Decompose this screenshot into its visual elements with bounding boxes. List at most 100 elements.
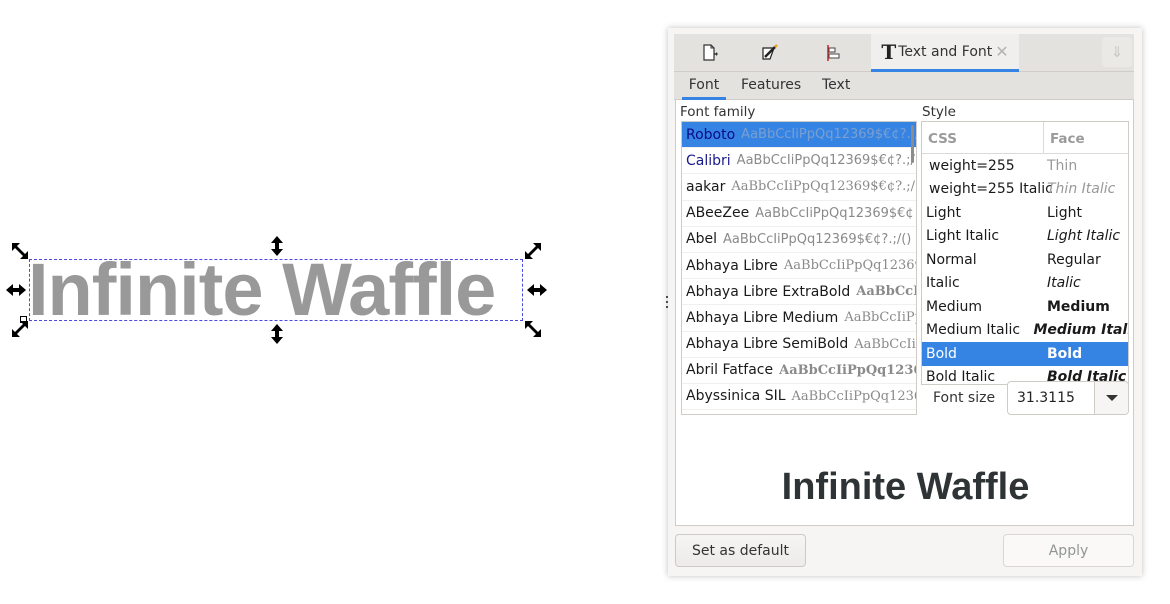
style-face-value: Medium (1047, 298, 1110, 315)
style-css-value: weight=255 (929, 157, 1015, 174)
subtab-font[interactable]: Font (682, 72, 726, 100)
font-family-sample: AaBbCcIiPpQq12369$€¢ (755, 205, 914, 221)
style-css-value: Medium (926, 298, 982, 315)
scale-handle-top-left-icon[interactable] (9, 240, 31, 262)
scale-handle-right-icon[interactable] (526, 279, 548, 301)
style-face-value: Regular (1047, 251, 1101, 268)
drawing-canvas[interactable]: Infinite Waffle (0, 0, 655, 604)
subtab-features[interactable]: Features (741, 72, 801, 100)
style-row[interactable]: Medium Italic Medium Italic (922, 319, 1128, 343)
font-family-list[interactable]: Roboto AaBbCcIiPpQq12369$€¢?.;/() Calibri A… (681, 121, 917, 415)
font-size-input[interactable] (1008, 382, 1094, 414)
style-face-value: Light Italic (1047, 228, 1121, 245)
text-font-icon: T (881, 39, 897, 64)
scale-handle-bottom-left-icon[interactable] (9, 318, 31, 340)
tab-text-and-font[interactable]: T Text and Font ✕ (871, 34, 1019, 72)
scale-handle-left-icon[interactable] (5, 279, 27, 301)
style-css-value: Bold (926, 345, 957, 362)
close-tab-icon[interactable]: ✕ (995, 42, 1008, 61)
font-family-item[interactable]: aakar AaBbCcIiPpQq12369$€¢?.;/() (682, 174, 916, 201)
column-header-face[interactable]: Face (1044, 122, 1085, 153)
chevron-down-icon (1105, 395, 1118, 401)
style-row[interactable]: Normal Regular (922, 248, 1128, 272)
font-family-sample: AaBbCcIiPpQq12369 (779, 362, 916, 378)
font-family-sample: AaBbCcIiPpQq12369$€¢?.;/() (731, 179, 916, 195)
font-family-item[interactable]: Roboto AaBbCcIiPpQq12369$€¢?.;/() (682, 122, 916, 149)
font-family-sample: AaBbCcIiPpQq12369$€ (783, 258, 916, 274)
font-size-combo[interactable] (1007, 381, 1129, 415)
font-family-sample: AaBbCcIiPpQq12369$€¢?.;/() (722, 231, 912, 247)
font-family-name: Abhaya Libre Medium (686, 309, 839, 326)
style-css-value: Light (926, 204, 961, 221)
font-family-name: aakar (686, 178, 726, 195)
fill-stroke-icon (762, 44, 778, 60)
font-family-item[interactable]: Abhaya Libre AaBbCcIiPpQq12369$€ (682, 253, 916, 280)
style-row[interactable]: weight=255 Thin (922, 154, 1128, 178)
font-family-name: Roboto (686, 126, 736, 143)
font-family-name: Abyssinica SIL (686, 388, 786, 405)
style-list-header: CSS Face (922, 122, 1128, 154)
style-css-value: weight=255 Italic (929, 181, 1053, 198)
dialog-subtabs: Font Features Text (674, 72, 1134, 100)
apply-button[interactable]: Apply (1003, 534, 1134, 567)
subtab-text[interactable]: Text (822, 72, 850, 100)
font-family-sample: AaBbCcIiPp (856, 284, 916, 300)
font-family-item[interactable]: Abhaya Libre ExtraBold AaBbCcIiPp (682, 279, 916, 306)
set-as-default-button[interactable]: Set as default (675, 534, 806, 567)
scale-handle-top-icon[interactable] (266, 235, 288, 257)
style-row[interactable]: Light Italic Light Italic (922, 225, 1128, 249)
style-row[interactable]: Bold Bold (922, 342, 1128, 366)
font-preview: Infinite Waffle (781, 466, 1030, 508)
font-family-name: Abril Fatface (686, 362, 774, 379)
selection-bounding-box (29, 259, 523, 321)
style-css-value: Italic (926, 275, 960, 292)
font-family-item[interactable]: Abyssinica SIL AaBbCcIiPpQq12369 (682, 384, 916, 411)
style-css-value: Light Italic (926, 228, 1000, 245)
document-properties-icon (703, 44, 718, 61)
font-size-dropdown-button[interactable] (1094, 382, 1128, 414)
font-family-label: Font family (680, 104, 756, 120)
align-distribute-icon (827, 45, 840, 61)
style-face-value: Italic (1047, 275, 1081, 292)
style-face-value: Thin (1047, 157, 1078, 174)
font-family-name: ABeeZee (686, 205, 750, 222)
tab-align-distribute[interactable] (815, 34, 851, 72)
tab-fill-stroke[interactable] (752, 34, 788, 72)
font-family-item[interactable]: Abhaya Libre Medium AaBbCcIiPpQ (682, 305, 916, 332)
dialog-tab-bar: T Text and Font ✕ ⇓ (674, 34, 1134, 72)
tab-text-and-font-label: Text and Font (898, 43, 993, 60)
font-family-item[interactable]: AclonicaAaBbCcIiPpQq12369 (682, 410, 916, 414)
font-family-name: Abhaya Libre (686, 257, 778, 274)
font-family-item[interactable]: Abhaya Libre SemiBold AaBbCcIiPp (682, 332, 916, 358)
style-face-value: Thin Italic (1047, 181, 1116, 198)
font-family-item[interactable]: Calibri AaBbCcIiPpQq12369$€¢?.;/() (682, 148, 916, 175)
scale-handle-top-right-icon[interactable] (522, 240, 544, 262)
style-list[interactable]: CSS Face weight=255 Thin weight=255 Italic… (921, 121, 1129, 385)
font-family-item[interactable]: Abril Fatface AaBbCcIiPpQq12369 (682, 358, 916, 384)
font-size-label: Font size (933, 390, 996, 406)
font-family-name: Abhaya Libre SemiBold (686, 336, 849, 353)
font-family-sample: AaBbCcIiPp (854, 336, 916, 352)
text-and-font-dialog: T Text and Font ✕ ⇓ Font Features Text F… (668, 28, 1142, 576)
style-row[interactable]: weight=255 Italic Thin Italic (922, 178, 1128, 202)
font-list-scrollbar[interactable] (911, 125, 914, 163)
font-family-item[interactable]: ABeeZee AaBbCcIiPpQq12369$€¢ (682, 201, 916, 227)
style-row[interactable]: Italic Italic (922, 272, 1128, 296)
font-family-sample: AaBbCcIiPpQq12369$€¢?.;/() (741, 127, 916, 143)
style-label: Style (922, 104, 956, 120)
tab-document-properties[interactable] (692, 34, 728, 72)
font-family-name: Abhaya Libre ExtraBold (686, 283, 851, 300)
column-header-css[interactable]: CSS (922, 122, 1044, 153)
style-row[interactable]: Medium Medium (922, 295, 1128, 319)
dock-arrow-icon[interactable]: ⇓ (1102, 37, 1132, 67)
style-face-value: Light (1047, 204, 1082, 221)
scale-handle-bottom-icon[interactable] (266, 323, 288, 345)
style-face-value: Medium Italic (1033, 322, 1128, 339)
scale-handle-bottom-right-icon[interactable] (522, 318, 544, 340)
font-family-item[interactable]: Abel AaBbCcIiPpQq12369$€¢?.;/() (682, 227, 916, 253)
font-family-sample: AaBbCcIiPpQ (844, 310, 916, 326)
font-family-sample: AaBbCcIiPpQq12369 (791, 388, 916, 404)
style-face-value: Bold (1047, 345, 1083, 362)
style-row[interactable]: Light Light (922, 201, 1128, 225)
style-css-value: Normal (926, 251, 977, 268)
